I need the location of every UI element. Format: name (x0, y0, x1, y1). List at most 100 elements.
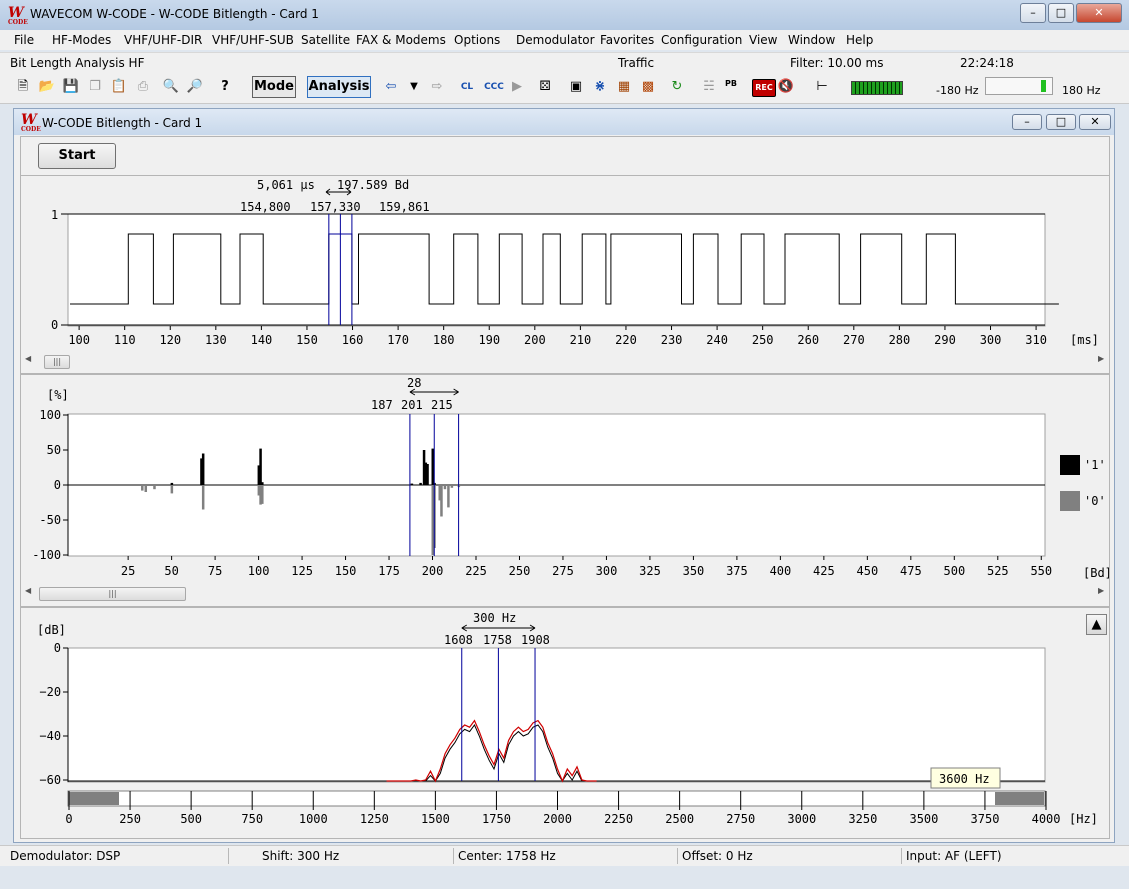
mode-button[interactable]: Mode (252, 76, 296, 98)
close-button[interactable]: ✕ (1076, 3, 1122, 23)
scroll-left-icon[interactable]: ◀ (25, 586, 31, 595)
histogram-x-tick: 475 (900, 564, 922, 578)
double-arrow-icon (461, 624, 536, 632)
tuning-marker (1041, 80, 1046, 92)
timing-x-tick: 250 (752, 333, 774, 347)
menu-help[interactable]: Help (846, 33, 873, 47)
new-file-icon[interactable]: 🗎 (14, 79, 32, 95)
timing-x-tick: 150 (296, 333, 318, 347)
histogram-scroll-thumb[interactable]: ||| (39, 587, 186, 601)
dropdown-arrow-icon[interactable]: ▼ (405, 79, 423, 95)
paste-icon[interactable]: 📋 (110, 79, 128, 95)
refresh-icon[interactable]: ↻ (668, 79, 686, 95)
menu-satellite[interactable]: Satellite (301, 33, 350, 47)
range-left-handle[interactable] (69, 792, 119, 805)
status-offset: Offset: 0 Hz (682, 849, 753, 863)
spectrum-x-unit: [Hz] (1069, 812, 1098, 826)
child-title: W-CODE Bitlength - Card 1 (42, 116, 203, 130)
freq-max-label: 180 Hz (1062, 84, 1101, 97)
histogram-x-tick: 400 (770, 564, 792, 578)
scroll-left-icon[interactable]: ◀ (25, 354, 31, 363)
histogram-bar-zero (450, 485, 454, 488)
tuning-bar[interactable] (985, 77, 1053, 95)
status-shift: Shift: 300 Hz (262, 849, 340, 863)
range-right-handle[interactable] (995, 792, 1044, 805)
menu-options[interactable]: Options (454, 33, 500, 47)
waterfall-icon[interactable]: ▦ (615, 79, 633, 95)
menu-demodulator[interactable]: Demodulator (516, 33, 595, 47)
clear-icon[interactable]: CL (458, 79, 476, 95)
filter-icon[interactable]: ☵ (700, 79, 718, 95)
mute-icon[interactable]: 🔇 (777, 79, 795, 95)
spectrum-x-tick: 1500 (421, 812, 450, 826)
child-close-button[interactable]: ✕ (1079, 114, 1111, 130)
fft-icon[interactable]: ⋇ (591, 79, 609, 95)
menu-hf-modes[interactable]: HF-Modes (52, 33, 111, 47)
menu-vhf-uhf-dir[interactable]: VHF/UHF-DIR (124, 33, 202, 47)
ccc-icon[interactable]: CCC (482, 79, 506, 95)
play-icon[interactable]: ▶ (508, 79, 526, 95)
find-icon[interactable]: 🔍 (162, 79, 180, 95)
menu-configuration[interactable]: Configuration (661, 33, 742, 47)
spectrum-pane: [dB] 300 Hz 1608 1758 1908 0 −20 −40 −60 36… (20, 607, 1110, 839)
histogram-scrollbar[interactable]: ◀ ||| ▶ (21, 586, 1109, 601)
minimize-button[interactable]: – (1020, 3, 1046, 23)
menu-file[interactable]: File (14, 33, 34, 47)
child-maximize-button[interactable]: □ (1046, 114, 1076, 130)
histogram-x-tick: 500 (944, 564, 966, 578)
y-tick-0: 0 (51, 318, 58, 332)
spectrum-x-tick: 3750 (971, 812, 1000, 826)
copy-icon[interactable]: ❐ (86, 79, 104, 95)
histogram-x-tick: 525 (987, 564, 1009, 578)
timing-scrollbar[interactable]: ◀ ||| ▶ (21, 354, 1109, 369)
scroll-right-icon[interactable]: ▶ (1098, 354, 1104, 363)
timing-unit-label: [ms] (1070, 333, 1099, 347)
arrow-right-icon[interactable]: ⇨ (428, 79, 446, 95)
collapse-up-button[interactable]: ▲ (1086, 614, 1107, 635)
analysis-button[interactable]: Analysis (307, 76, 371, 98)
bitlength-window: W CODE W-CODE Bitlength - Card 1 – □ ✕ St… (13, 108, 1115, 843)
timing-x-tick: 190 (478, 333, 500, 347)
child-minimize-button[interactable]: – (1012, 114, 1042, 130)
histogram-bar-zero (443, 485, 447, 490)
help-icon[interactable]: ? (216, 79, 234, 95)
child-title-bar: W CODE W-CODE Bitlength - Card 1 – □ ✕ (14, 109, 1114, 135)
frequency-range-bar[interactable] (67, 790, 1046, 807)
scroll-right-icon[interactable]: ▶ (1098, 586, 1104, 595)
decoder-icon[interactable]: ▣ (567, 79, 585, 95)
histogram-bar-one (261, 482, 264, 485)
control-pane: Start (20, 136, 1110, 176)
record-icon[interactable]: REC (752, 79, 776, 97)
sonagram-icon[interactable]: ▩ (639, 79, 657, 95)
histogram-x-tick: 425 (813, 564, 835, 578)
save-icon[interactable]: 💾 (62, 79, 80, 95)
playback-icon[interactable]: PB (722, 79, 740, 88)
status-center: Center: 1758 Hz (458, 849, 556, 863)
arrow-left-icon[interactable]: ⇦ (382, 79, 400, 95)
menu-favorites[interactable]: Favorites (600, 33, 654, 47)
menu-bar: File HF-Modes VHF/UHF-DIR VHF/UHF-SUB Sa… (0, 30, 1129, 50)
find-next-icon[interactable]: 🔎 (186, 79, 204, 95)
app-title: WAVECOM W-CODE - W-CODE Bitlength - Card… (30, 7, 319, 21)
histogram-x-tick: 350 (683, 564, 705, 578)
start-button[interactable]: Start (38, 143, 116, 169)
open-folder-icon[interactable]: 📂 (38, 79, 56, 95)
histogram-bar-zero (261, 485, 264, 504)
spectrum-x-tick: 2500 (665, 812, 694, 826)
print-icon[interactable]: ⎙ (134, 79, 152, 95)
tune-icon[interactable]: ⚄ (536, 79, 554, 95)
menu-fax-modems[interactable]: FAX & Modems (356, 33, 446, 47)
spectrum-x-tick: 250 (119, 812, 141, 826)
clock-text: 22:24:18 (960, 56, 1014, 70)
maximize-button[interactable]: □ (1048, 3, 1074, 23)
wavecom-logo-icon: W CODE (8, 5, 28, 26)
histogram-y-tick: 50 (47, 443, 61, 457)
spectrum-y-tick: 0 (54, 641, 61, 655)
y-tick-1: 1 (51, 208, 58, 222)
spectrum-x-tick: 2250 (604, 812, 633, 826)
menu-view[interactable]: View (749, 33, 777, 47)
menu-vhf-uhf-sub[interactable]: VHF/UHF-SUB (212, 33, 294, 47)
histogram-pane: [%] 28 187 201 215 100 50 0 -50 -100 25 50 75 1… (20, 374, 1110, 607)
menu-window[interactable]: Window (788, 33, 835, 47)
timing-scroll-thumb[interactable]: ||| (44, 355, 70, 369)
